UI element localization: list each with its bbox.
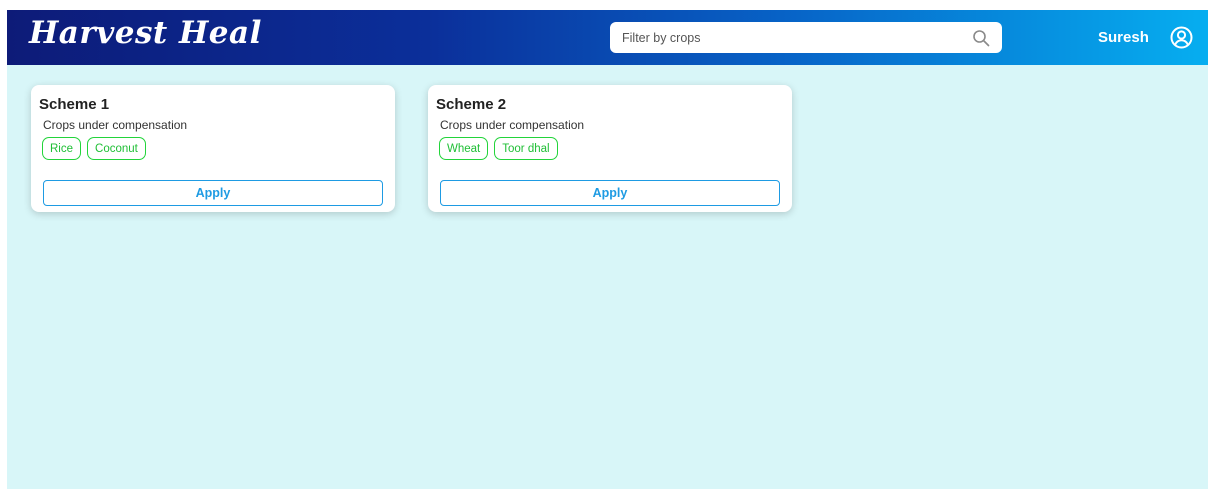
crop-chip[interactable]: Toor dhal: [494, 137, 558, 160]
top-header: Harvest Heal Suresh: [7, 10, 1208, 65]
crop-chip[interactable]: Coconut: [87, 137, 146, 160]
scheme-title: Scheme 1: [39, 96, 110, 113]
crop-filter-input[interactable]: [610, 22, 960, 53]
crop-chip-list: Wheat Toor dhal: [439, 137, 558, 160]
search-icon[interactable]: [972, 29, 990, 47]
user-profile-icon[interactable]: [1170, 26, 1193, 49]
scheme-subtitle: Crops under compensation: [43, 118, 188, 132]
scheme-card: Scheme 2 Crops under compensation Wheat …: [428, 85, 792, 212]
crop-chip-list: Rice Coconut: [42, 137, 146, 160]
crop-chip[interactable]: Wheat: [439, 137, 489, 160]
apply-button[interactable]: Apply: [440, 180, 780, 206]
app-frame: Harvest Heal Suresh Scheme 1 Crops under…: [7, 10, 1208, 489]
apply-button[interactable]: Apply: [43, 180, 383, 206]
crop-chip[interactable]: Rice: [42, 137, 82, 160]
crop-filter-search: [610, 22, 1002, 53]
app-logo[interactable]: Harvest Heal: [29, 15, 262, 51]
scheme-card: Scheme 1 Crops under compensation Rice C…: [31, 85, 395, 212]
scheme-title: Scheme 2: [436, 96, 507, 113]
user-name[interactable]: Suresh: [1098, 29, 1149, 46]
scheme-subtitle: Crops under compensation: [440, 118, 585, 132]
